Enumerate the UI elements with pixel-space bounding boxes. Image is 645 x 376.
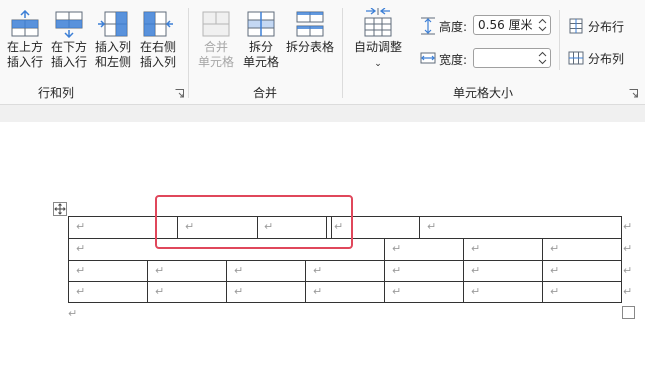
separator (559, 10, 560, 70)
group-label-cell-size: 单元格大小 (453, 86, 514, 100)
cell-mark[interactable]: ↵ (313, 285, 322, 298)
group-label-merge: 合并 (253, 86, 278, 100)
cell-mark[interactable]: ↵ (185, 220, 194, 233)
cell-mark[interactable]: ↵ (76, 242, 85, 255)
merge-cells-icon (202, 11, 230, 37)
distribute-columns-icon (568, 51, 584, 65)
insert-row-below-button[interactable]: 在下方 插入行 (48, 10, 90, 70)
row-end-mark: ↵ (623, 285, 633, 298)
autofit-label: 自动调整 (353, 40, 402, 54)
distribute-columns-button[interactable]: 分布列 (566, 48, 636, 68)
cell-mark[interactable]: ↵ (155, 264, 164, 277)
document-page[interactable]: ↵ ↵ ↵ ↵ ↵ ↵ ↵ ↵ ↵ ↵ ↵ ↵ ↵ ↵ ↵ ↵ ↵ ↵ ↵ ↵ … (0, 122, 645, 376)
cell-mark[interactable]: ↵ (471, 264, 480, 277)
cell-mark[interactable]: ↵ (76, 264, 85, 277)
insert-left-line1: 插入列 (94, 40, 131, 54)
table-resize-handle[interactable] (622, 306, 635, 319)
cell-mark[interactable]: ↵ (392, 242, 401, 255)
distribute-columns-label: 分布列 (588, 52, 625, 66)
cell-mark[interactable]: ↵ (471, 242, 480, 255)
autofit-icon (364, 8, 392, 37)
distribute-rows-label: 分布行 (588, 20, 625, 34)
document-background (0, 105, 645, 122)
row-end-mark: ↵ (623, 242, 633, 255)
insert-below-icon (55, 11, 83, 38)
table-grid (68, 195, 635, 319)
cell-mark[interactable]: ↵ (392, 285, 401, 298)
cell-mark[interactable]: ↵ (234, 264, 243, 277)
row-height-value: 0.56 厘米 (478, 18, 533, 32)
cell-mark[interactable]: ↵ (550, 264, 559, 277)
merge-cells-button[interactable]: 合并 单元格 (194, 10, 238, 70)
split-cells-icon (247, 11, 275, 37)
cell-mark[interactable]: ↵ (76, 220, 85, 233)
separator (342, 8, 343, 98)
row-end-mark: ↵ (623, 264, 633, 277)
insert-left-icon (98, 11, 128, 37)
cell-mark[interactable]: ↵ (471, 285, 480, 298)
rows-cols-dialog-launcher-icon[interactable] (175, 89, 184, 98)
cell-mark[interactable]: ↵ (313, 264, 322, 277)
spinner-icon[interactable] (538, 17, 547, 33)
cell-mark[interactable]: ↵ (392, 264, 401, 277)
cell-size-dialog-launcher-icon[interactable] (629, 89, 638, 98)
cell-mark[interactable]: ↵ (234, 285, 243, 298)
insert-column-left-button[interactable]: 插入列 和左侧 (92, 10, 134, 70)
split-table-label: 拆分表格 (285, 40, 334, 54)
row-height-icon (421, 17, 435, 35)
cell-mark[interactable]: ↵ (155, 285, 164, 298)
insert-above-icon (11, 10, 39, 37)
chevron-down-icon: ⌄ (374, 59, 382, 69)
group-label-rows-cols: 行和列 (38, 86, 75, 100)
row-end-mark: ↵ (623, 220, 633, 233)
width-label: 宽度: (439, 53, 468, 67)
separator (188, 8, 189, 98)
split-cells-line1: 拆分 (248, 40, 273, 54)
insert-column-right-button[interactable]: 在右侧 插入列 (136, 10, 180, 70)
insert-right-icon (143, 11, 173, 37)
row-height-input[interactable]: 0.56 厘米 (473, 15, 551, 35)
insert-left-line2: 和左侧 (94, 55, 131, 69)
autofit-button[interactable]: 自动调整 ⌄ (350, 8, 406, 72)
insert-above-line1: 在上方 (6, 40, 43, 54)
insert-right-line2: 插入列 (139, 55, 176, 69)
insert-below-line1: 在下方 (50, 40, 87, 54)
insert-row-above-button[interactable]: 在上方 插入行 (4, 10, 46, 70)
insert-below-line2: 插入行 (50, 55, 87, 69)
table-layout-ribbon: 在上方 插入行 在下方 插入行 插入列 和左侧 在右侧 插入列 行和列 合并 单… (0, 0, 645, 105)
insert-above-line2: 插入行 (6, 55, 43, 69)
insert-right-line1: 在右侧 (139, 40, 176, 54)
cell-mark[interactable]: ↵ (264, 220, 273, 233)
split-cells-line2: 单元格 (242, 55, 279, 69)
split-cells-button[interactable]: 拆分 单元格 (240, 10, 282, 70)
split-table-button[interactable]: 拆分表格 (284, 10, 336, 55)
cell-mark[interactable]: ↵ (550, 285, 559, 298)
cell-mark[interactable]: ↵ (550, 242, 559, 255)
cell-mark[interactable]: ↵ (76, 285, 85, 298)
spinner-icon[interactable] (538, 50, 547, 66)
distribute-rows-icon (569, 18, 583, 34)
cell-mark[interactable]: ↵ (334, 220, 343, 233)
distribute-rows-button[interactable]: 分布行 (566, 16, 636, 36)
split-table-icon (296, 11, 324, 37)
height-label: 高度: (439, 20, 468, 34)
merge-line2: 单元格 (197, 55, 234, 69)
cell-mark[interactable]: ↵ (427, 220, 436, 233)
paragraph-mark[interactable]: ↵ (68, 307, 77, 320)
column-width-input[interactable] (473, 48, 551, 68)
merge-line1: 合并 (203, 40, 228, 54)
column-width-icon (420, 52, 436, 64)
